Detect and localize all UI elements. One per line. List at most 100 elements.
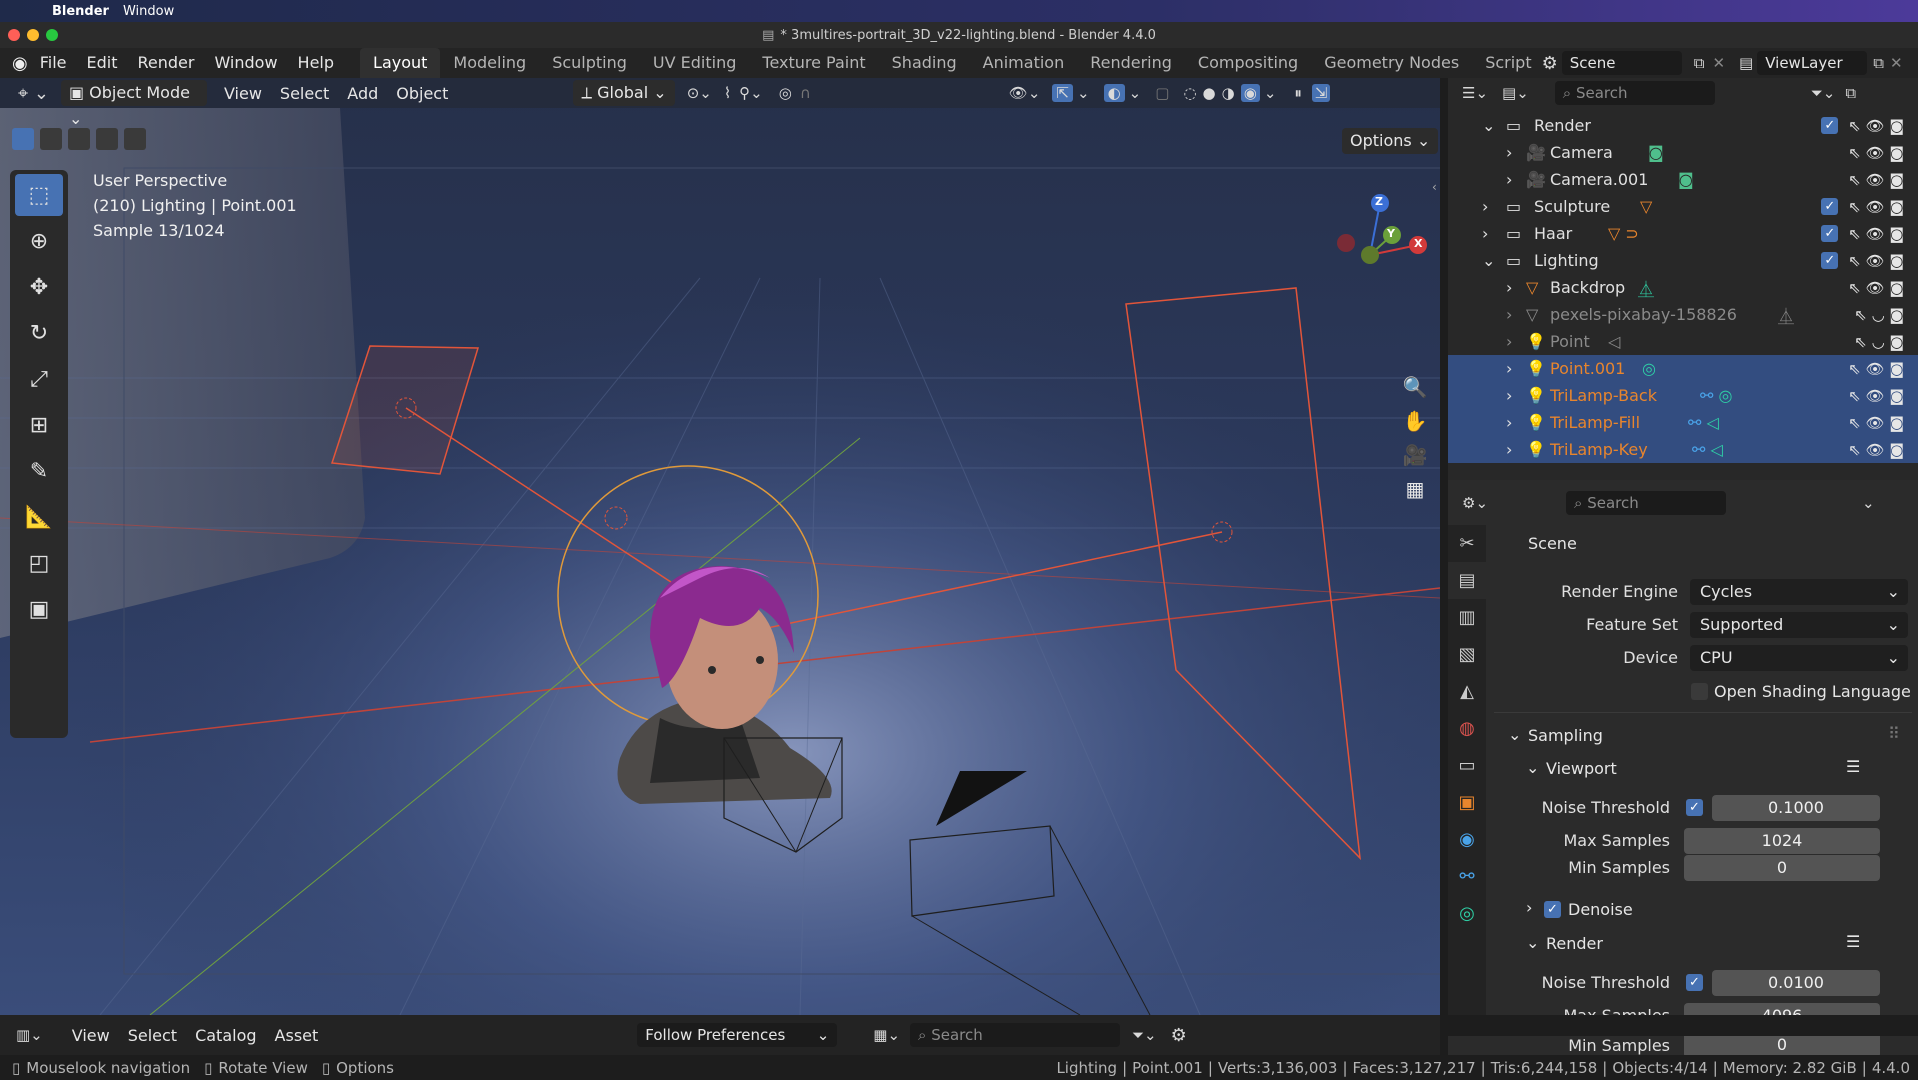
outliner-row-backdrop[interactable]: › ▽ Backdrop ⏅ ⇖ 👁 ◙ (1448, 274, 1918, 301)
cursor-tool-icon[interactable]: ⊕ (15, 220, 63, 262)
new-view-layer-icon[interactable]: ⧉ (1873, 54, 1884, 72)
sidebar-icon[interactable]: ⇲ (1311, 84, 1331, 102)
snap-settings-icon[interactable]: ⚲⌄ (739, 84, 763, 102)
tab-shading[interactable]: Shading (879, 48, 970, 78)
scene-name-field[interactable]: Scene (1561, 51, 1682, 75)
3d-viewport[interactable]: ⬚ ⊕ ✥ ↻ ⤢ ⊞ ✎ 📐 ◰ ▣ User Perspective (21… (0, 78, 1440, 1015)
viewport-noise-threshold-field[interactable]: 0.1000 (1712, 795, 1880, 821)
outliner-row-trilamp-key[interactable]: › 💡 TriLamp-Key ⚯ ◁ ⇖ 👁 ◙ (1448, 436, 1918, 463)
add-object-tool-icon[interactable]: ▣ (15, 588, 63, 630)
viewport-max-samples-field[interactable]: 1024 (1684, 828, 1880, 854)
tab-rendering[interactable]: Rendering (1077, 48, 1185, 78)
tab-sculpting[interactable]: Sculpting (539, 48, 640, 78)
row-toggles[interactable]: ✓ ⇖ 👁 ◙ (1821, 116, 1904, 135)
view-layer-icon[interactable]: ▤ (1739, 54, 1753, 72)
render-subpanel-toggle[interactable]: ⌄ (1526, 933, 1539, 952)
select-extend-icon[interactable] (40, 128, 62, 150)
tab-uv-editing[interactable]: UV Editing (640, 48, 749, 78)
menu-render[interactable]: Render (127, 48, 204, 78)
viewport-subpanel-label[interactable]: Viewport (1546, 759, 1617, 778)
camera-view-icon[interactable]: 🎥 (1398, 438, 1432, 472)
close-window-button[interactable] (8, 29, 20, 41)
viewport-subpanel-toggle[interactable]: ⌄ (1526, 758, 1539, 777)
object-mode-dropdown[interactable]: ▣ Object Mode ⌄ (60, 80, 207, 128)
outliner-row-camera-001[interactable]: › 🎥 Camera.001 ◙ ⇖ 👁 ◙ (1448, 166, 1918, 193)
outliner-row-render[interactable]: ⌄ ▭ Render ✓ ⇖ 👁 ◙ (1448, 112, 1918, 139)
outliner-row-trilamp-back[interactable]: › 💡 TriLamp-Back ⚯ ◎ ⇖ 👁 ◙ (1448, 382, 1918, 409)
perspective-grid-icon[interactable]: ▦ (1398, 472, 1432, 506)
proportional-edit-icon[interactable]: ◎ (779, 84, 792, 102)
object-tab-icon[interactable]: ▣ (1448, 784, 1486, 821)
asset-library-dropdown[interactable]: Follow Preferences ⌄ (637, 1023, 838, 1047)
denoise-subpanel-toggle[interactable]: › (1526, 898, 1532, 917)
rendered-shading-icon[interactable]: ◉ (1240, 84, 1260, 102)
remove-view-layer-icon[interactable]: ✕ (1890, 54, 1903, 72)
move-tool-icon[interactable]: ✥ (15, 266, 63, 308)
outliner-row-point[interactable]: › 💡 Point ◁ ⇖ ◡ ◙ (1448, 328, 1918, 355)
sidebar-toggle-icon[interactable]: ‹ (1432, 180, 1437, 194)
physics-tab-icon[interactable]: ◉ (1448, 821, 1486, 858)
outliner-row-point-001[interactable]: › 💡 Point.001 ◎ ⇖ 👁 ◙ (1448, 355, 1918, 382)
outliner-row-pexels[interactable]: › ▽ pexels-pixabay-158826 ⏅ ⇖ ◡ ◙ (1448, 301, 1918, 328)
tool-tab-icon[interactable]: ✂ (1448, 525, 1486, 562)
annotate-tool-icon[interactable]: ✎ (15, 450, 63, 492)
visibility-icon[interactable]: 👁⌄ (1009, 84, 1041, 102)
sampling-panel-label[interactable]: Sampling (1528, 726, 1603, 745)
new-collection-icon[interactable]: ⧉ (1845, 84, 1856, 102)
overlays-dropdown-icon[interactable]: ⌄ (1129, 84, 1142, 102)
output-tab-icon[interactable]: ▥ (1448, 599, 1486, 636)
filter-icon[interactable]: ⏷⌄ (1811, 84, 1836, 102)
menu-window[interactable]: Window (204, 48, 287, 78)
tab-modeling[interactable]: Modeling (440, 48, 539, 78)
add-cube-tool-icon[interactable]: ◰ (15, 542, 63, 584)
outliner-row-haar[interactable]: › ▭ Haar ▽ ⊃ ✓ ⇖ 👁 ◙ (1448, 220, 1918, 247)
osl-checkbox[interactable] (1691, 683, 1708, 700)
select-intersect-icon[interactable] (124, 128, 146, 150)
tab-geometry-nodes[interactable]: Geometry Nodes (1311, 48, 1472, 78)
outliner-row-camera[interactable]: › 🎥 Camera ◙ ⇖ 👁 ◙ (1448, 139, 1918, 166)
world-tab-icon[interactable]: ◍ (1448, 710, 1486, 747)
menu-view[interactable]: View (215, 84, 271, 103)
tab-compositing[interactable]: Compositing (1185, 48, 1311, 78)
render-presets-list-icon[interactable]: ☰ (1846, 932, 1860, 951)
menu-select[interactable]: Select (271, 84, 338, 103)
display-grid-icon[interactable]: ▦⌄ (873, 1026, 900, 1044)
select-invert-icon[interactable] (96, 128, 118, 150)
measure-tool-icon[interactable]: 📐 (15, 496, 63, 538)
solid-shading-icon[interactable]: ● (1203, 84, 1216, 102)
options-dropdown[interactable]: Options ⌄ (1342, 128, 1439, 154)
material-shading-icon[interactable]: ◑ (1222, 84, 1235, 102)
sampling-panel-toggle[interactable]: ⌄ (1508, 725, 1521, 744)
wireframe-shading-icon[interactable]: ◌ (1183, 84, 1196, 102)
denoise-checkbox[interactable]: ✓ (1544, 901, 1561, 918)
xray-icon[interactable]: ▢ (1155, 84, 1169, 102)
outliner-row-lighting[interactable]: ⌄ ▭ Lighting ✓ ⇖ 👁 ◙ (1448, 247, 1918, 274)
snap-icon[interactable]: ⌇ (724, 84, 731, 102)
editor-type-icon[interactable]: ⌖ ⌄ (18, 83, 49, 104)
zoom-window-button[interactable] (46, 29, 58, 41)
outliner-row-trilamp-fill[interactable]: › 💡 TriLamp-Fill ⚯ ◁ ⇖ 👁 ◙ (1448, 409, 1918, 436)
remove-scene-icon[interactable]: ✕ (1712, 54, 1725, 72)
asset-menu-view[interactable]: View (63, 1026, 119, 1045)
minimize-window-button[interactable] (27, 29, 39, 41)
tab-scripting[interactable]: Script (1472, 48, 1535, 78)
asset-settings-icon[interactable]: ⚙ (1171, 1025, 1187, 1046)
collection-tab-icon[interactable]: ▭ (1448, 747, 1486, 784)
mac-menu-app[interactable]: Blender (52, 4, 109, 19)
asset-editor-type-icon[interactable]: ▥⌄ (16, 1026, 43, 1044)
render-max-samples-field[interactable]: 4096 (1684, 1003, 1880, 1015)
menu-help[interactable]: Help (288, 48, 344, 78)
view-layer-field[interactable]: ViewLayer (1757, 51, 1868, 75)
presets-list-icon[interactable]: ☰ (1846, 757, 1860, 776)
render-engine-dropdown[interactable]: Cycles ⌄ (1690, 579, 1908, 605)
asset-filter-icon[interactable]: ⏷⌄ (1132, 1026, 1157, 1044)
transform-orientation-dropdown[interactable]: ⟂ Global ⌄ (573, 80, 675, 106)
scale-tool-icon[interactable]: ⤢ (15, 358, 63, 400)
shading-dropdown-icon[interactable]: ⌄ (1264, 84, 1277, 102)
tab-texture-paint[interactable]: Texture Paint (749, 48, 878, 78)
scene-selector-icon[interactable]: ⚙ (1542, 53, 1558, 74)
select-new-icon[interactable] (12, 128, 34, 150)
view-layer-tab-icon[interactable]: ▧ (1448, 636, 1486, 673)
outliner-search-field[interactable]: ⌕ Search (1554, 81, 1715, 105)
properties-search-field[interactable]: ⌕ Search (1566, 491, 1727, 515)
